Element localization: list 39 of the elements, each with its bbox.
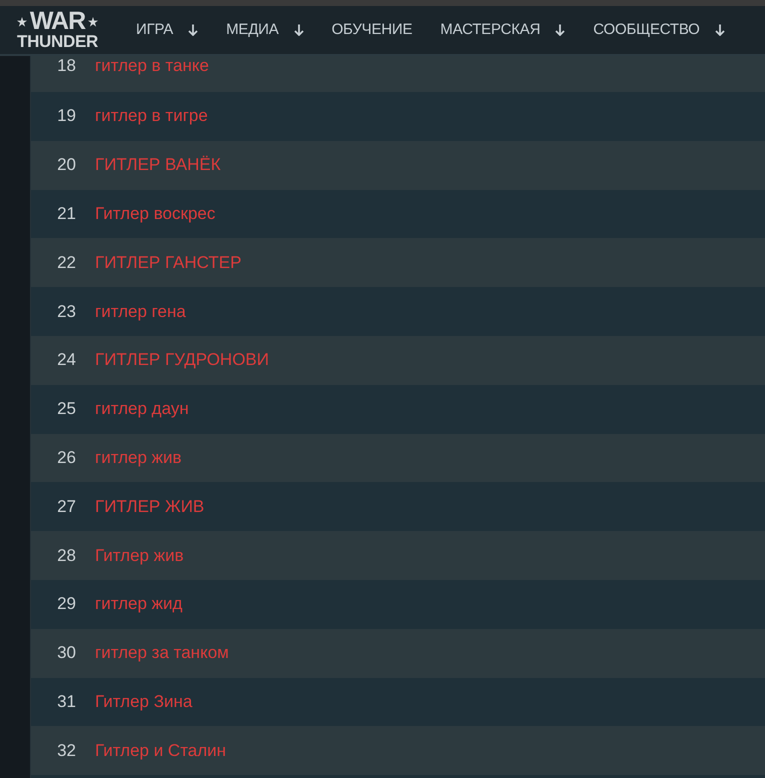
entry-text: Гитлер и Сталин [95,740,226,761]
entry-text: гитлер гена [95,302,186,322]
star-icon [88,16,98,26]
nav-link[interactable]: МАСТЕРСКАЯ [440,20,566,40]
row-number: 25 [56,399,76,420]
row-number: 26 [56,448,76,468]
entry-text: гитлер в танке [95,56,209,76]
row-number: 19 [56,106,76,126]
row-number: 28 [56,546,76,566]
entry-text: ГИТЛЕР ГАНСТЕР [95,252,242,273]
logo-text: THUNDER [17,33,98,50]
row-number: 21 [56,204,76,224]
row-number: 20 [56,155,76,176]
nav-link[interactable]: МЕДИА [226,20,304,40]
row-number: 24 [56,350,76,370]
entry-text: гитлер в тигре [95,106,208,126]
row-number: 32 [56,740,76,761]
entry-text: гитлер жид [95,594,182,614]
entry-text: Гитлер воскрес [95,204,216,224]
entry-text: гитлер жив [95,448,182,468]
entry-text: Гитлер Зина [95,692,192,712]
row-number: 18 [56,56,76,76]
entry-text: гитлер за танком [95,643,229,664]
row-number: 22 [56,252,76,273]
entry-text: ГИТЛЕР ВАНЁК [95,155,221,176]
star-icon [16,16,27,26]
row-number: 27 [56,496,76,517]
entry-text: ГИТЛЕР ГУДРОНОВИ [95,350,269,370]
entry-text: ГИТЛЕР ЖИВ [95,496,204,517]
row-number: 23 [56,302,76,322]
entry-text: гитлер даун [95,399,189,420]
row-number: 29 [56,594,76,614]
logo-text: WAR [30,10,86,33]
nav-link[interactable]: ОБУЧЕНИЕ [332,20,412,40]
row-number: 31 [56,692,76,712]
row-number: 30 [56,643,76,664]
nav-link[interactable]: ИГРА [136,20,198,40]
entry-text: Гитлер жив [95,546,184,566]
nav-link[interactable]: СООБЩЕСТВО [593,20,725,40]
